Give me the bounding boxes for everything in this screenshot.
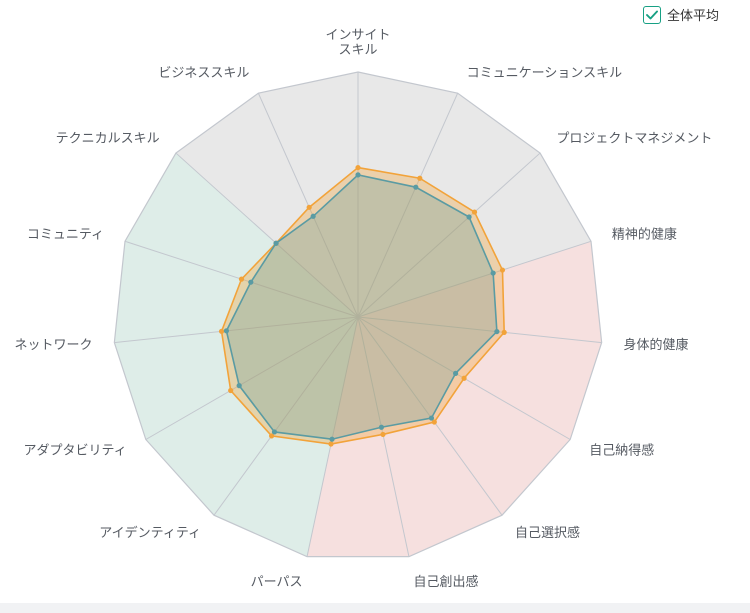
series-0-point-10 [228, 387, 234, 394]
axis-label-13: テクニカルスキル [56, 131, 160, 146]
series-1-point-3 [490, 270, 496, 276]
series-0-point-7 [380, 431, 386, 438]
series-0-point-2 [471, 209, 478, 215]
axis-label-14: ビジネススキル [158, 66, 249, 81]
series-0-point-8 [328, 441, 334, 447]
legend-average-toggle[interactable]: 全体平均 [643, 5, 719, 24]
legend-checkbox[interactable] [643, 5, 661, 24]
series-1-point-2 [466, 214, 472, 220]
axis-label-1: コミュニケーションスキル [467, 66, 622, 81]
axis-label-2: プロジェクトマネジメント [556, 131, 712, 146]
series-1-point-13 [273, 240, 279, 246]
axis-label-4: 身体的健康 [624, 337, 689, 353]
series-1-point-10 [236, 383, 242, 389]
series-1-point-6 [428, 415, 435, 421]
axis-label-3: 精神的健康 [612, 226, 677, 242]
axis-label-8: パーパス [251, 575, 303, 590]
series-1-point-14 [310, 213, 316, 219]
bottom-scroll-strip [0, 603, 750, 613]
series-0-point-12 [238, 276, 245, 282]
axis-label-11: ネットワーク [14, 338, 92, 353]
series-1-point-11 [223, 328, 230, 334]
axis-label-12: コミュニティ [27, 227, 104, 242]
series-0-point-11 [218, 328, 225, 334]
series-1-point-7 [378, 424, 385, 430]
axis-label-7: 自己創出感 [414, 574, 479, 590]
legend-label: 全体平均 [667, 9, 720, 24]
series-1-point-9 [271, 429, 278, 435]
series-0-point-0 [355, 164, 361, 171]
axis-label-6: 自己選択感 [515, 525, 580, 541]
series-0-point-4 [501, 329, 507, 335]
series-1-point-4 [494, 328, 500, 335]
axis-label-0: インサイトスキル [325, 28, 390, 58]
radar-chart: インサイトスキルコミュニケーションスキルプロジェクトマネジメント精神的健康身体的… [14, 28, 712, 590]
series-0-point-3 [499, 267, 506, 273]
axis-label-9: アイデンティティ [99, 525, 201, 541]
series-1-point-5 [453, 370, 459, 376]
axis-label-5: 自己納得感 [589, 443, 654, 459]
series-1-point-1 [413, 184, 419, 190]
series-0-point-5 [461, 375, 467, 381]
checkmark-icon [646, 10, 658, 19]
series-1-point-8 [329, 436, 335, 442]
series-1-point-0 [355, 172, 361, 178]
axis-label-10: アダプタビリティ [24, 444, 127, 459]
series-0-point-1 [417, 175, 423, 181]
series-1-point-12 [248, 279, 254, 285]
series-0-point-14 [306, 204, 312, 210]
